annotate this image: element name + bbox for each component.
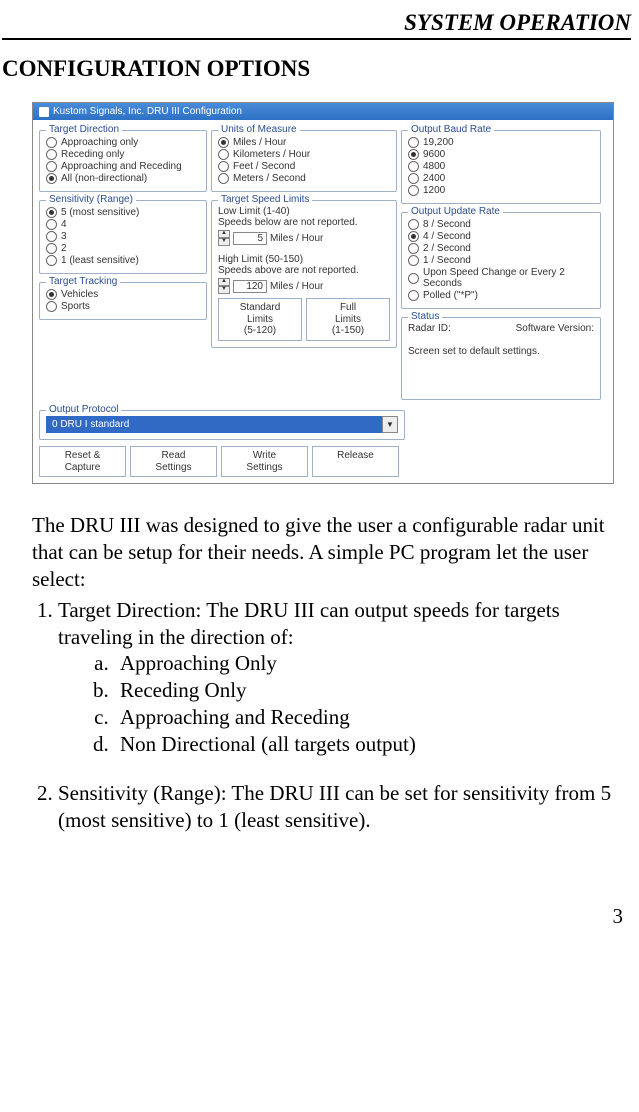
radio-4s[interactable]: 4 / Second	[408, 231, 594, 242]
reset-capture-button[interactable]: Reset & Capture	[39, 446, 126, 477]
radio-19200[interactable]: 19,200	[408, 137, 594, 148]
list-item-1a: Approaching Only	[114, 650, 623, 677]
radar-id-label: Radar ID:	[408, 323, 451, 334]
radio-vehicles[interactable]: Vehicles	[46, 289, 200, 300]
group-label: Output Protocol	[46, 404, 121, 415]
radio-approaching[interactable]: Approaching only	[46, 137, 200, 148]
low-limit-label: Low Limit (1-40)	[218, 206, 390, 217]
radio-sports[interactable]: Sports	[46, 301, 200, 312]
dialog-titlebar: Kustom Signals, Inc. DRU III Configurati…	[33, 103, 613, 120]
radio-2400[interactable]: 2400	[408, 173, 594, 184]
list-item-1b: Receding Only	[114, 677, 623, 704]
config-dialog: Kustom Signals, Inc. DRU III Configurati…	[32, 102, 614, 484]
full-limits-button[interactable]: Full Limits (1-150)	[306, 298, 390, 341]
list-item-1d: Non Directional (all targets output)	[114, 731, 623, 758]
intro-paragraph: The DRU III was designed to give the use…	[32, 512, 623, 593]
radio-both[interactable]: Approaching and Receding	[46, 161, 200, 172]
radio-1200[interactable]: 1200	[408, 185, 594, 196]
radio-fps[interactable]: Feet / Second	[218, 161, 390, 172]
high-limit-note: Speeds above are not reported.	[218, 265, 390, 276]
high-limit-value[interactable]: 120	[233, 280, 267, 293]
radio-sens-3[interactable]: 3	[46, 231, 200, 242]
group-label: Output Baud Rate	[408, 124, 494, 135]
low-limit-spinner[interactable]: ▲▼	[218, 230, 230, 246]
radio-sens-2[interactable]: 2	[46, 243, 200, 254]
radio-sens-1[interactable]: 1 (least sensitive)	[46, 255, 200, 266]
protocol-select[interactable]: 0 DRU I standard	[46, 416, 382, 433]
group-sensitivity: Sensitivity (Range) 5 (most sensitive) 4…	[39, 200, 207, 274]
page-number: 3	[2, 904, 623, 929]
standard-limits-button[interactable]: Standard Limits (5-120)	[218, 298, 302, 341]
group-label: Target Direction	[46, 124, 122, 135]
radio-9600[interactable]: 9600	[408, 149, 594, 160]
list-item-2: Sensitivity (Range): The DRU III can be …	[58, 780, 623, 834]
radio-receding[interactable]: Receding only	[46, 149, 200, 160]
high-limit-label: High Limit (50-150)	[218, 254, 390, 265]
app-icon	[39, 107, 49, 117]
dialog-title: Kustom Signals, Inc. DRU III Configurati…	[53, 106, 242, 117]
high-limit-spinner[interactable]: ▲▼	[218, 278, 230, 294]
group-baud: Output Baud Rate 19,200 9600 4800 2400 1…	[401, 130, 601, 204]
chevron-down-icon[interactable]: ▼	[382, 416, 398, 433]
software-version-label: Software Version:	[516, 323, 594, 334]
read-settings-button[interactable]: Read Settings	[130, 446, 217, 477]
group-speed-limits: Target Speed Limits Low Limit (1-40) Spe…	[211, 200, 397, 348]
radio-mps[interactable]: Meters / Second	[218, 173, 390, 184]
list-item-1: Target Direction: The DRU III can output…	[58, 597, 623, 758]
radio-all[interactable]: All (non-directional)	[46, 173, 200, 184]
low-limit-unit: Miles / Hour	[270, 233, 323, 244]
radio-kph[interactable]: Kilometers / Hour	[218, 149, 390, 160]
group-label: Output Update Rate	[408, 206, 503, 217]
group-protocol: Output Protocol 0 DRU I standard ▼	[39, 410, 405, 440]
group-units: Units of Measure Miles / Hour Kilometers…	[211, 130, 397, 192]
radio-2s[interactable]: 2 / Second	[408, 243, 594, 254]
radio-8s[interactable]: 8 / Second	[408, 219, 594, 230]
group-label: Target Speed Limits	[218, 194, 312, 205]
status-message: Screen set to default settings.	[408, 346, 594, 357]
radio-sens-4[interactable]: 4	[46, 219, 200, 230]
group-status: Status Radar ID: Software Version: Scree…	[401, 317, 601, 400]
body-text: The DRU III was designed to give the use…	[32, 512, 623, 834]
write-settings-button[interactable]: Write Settings	[221, 446, 308, 477]
radio-sens-5[interactable]: 5 (most sensitive)	[46, 207, 200, 218]
radio-change[interactable]: Upon Speed Change or Every 2 Seconds	[408, 267, 594, 289]
group-label: Units of Measure	[218, 124, 300, 135]
release-button[interactable]: Release	[312, 446, 399, 477]
group-label: Status	[408, 311, 442, 322]
page-header: SYSTEM OPERATION	[2, 10, 631, 40]
group-target-direction: Target Direction Approaching only Recedi…	[39, 130, 207, 192]
group-update-rate: Output Update Rate 8 / Second 4 / Second…	[401, 212, 601, 309]
high-limit-unit: Miles / Hour	[270, 281, 323, 292]
group-tracking: Target Tracking Vehicles Sports	[39, 282, 207, 320]
group-label: Sensitivity (Range)	[46, 194, 136, 205]
low-limit-value[interactable]: 5	[233, 232, 267, 245]
radio-mph[interactable]: Miles / Hour	[218, 137, 390, 148]
radio-polled[interactable]: Polled ("*P")	[408, 290, 594, 301]
low-limit-note: Speeds below are not reported.	[218, 217, 390, 228]
section-title: CONFIGURATION OPTIONS	[2, 56, 631, 82]
radio-4800[interactable]: 4800	[408, 161, 594, 172]
radio-1s[interactable]: 1 / Second	[408, 255, 594, 266]
group-label: Target Tracking	[46, 276, 120, 287]
list-item-1c: Approaching and Receding	[114, 704, 623, 731]
